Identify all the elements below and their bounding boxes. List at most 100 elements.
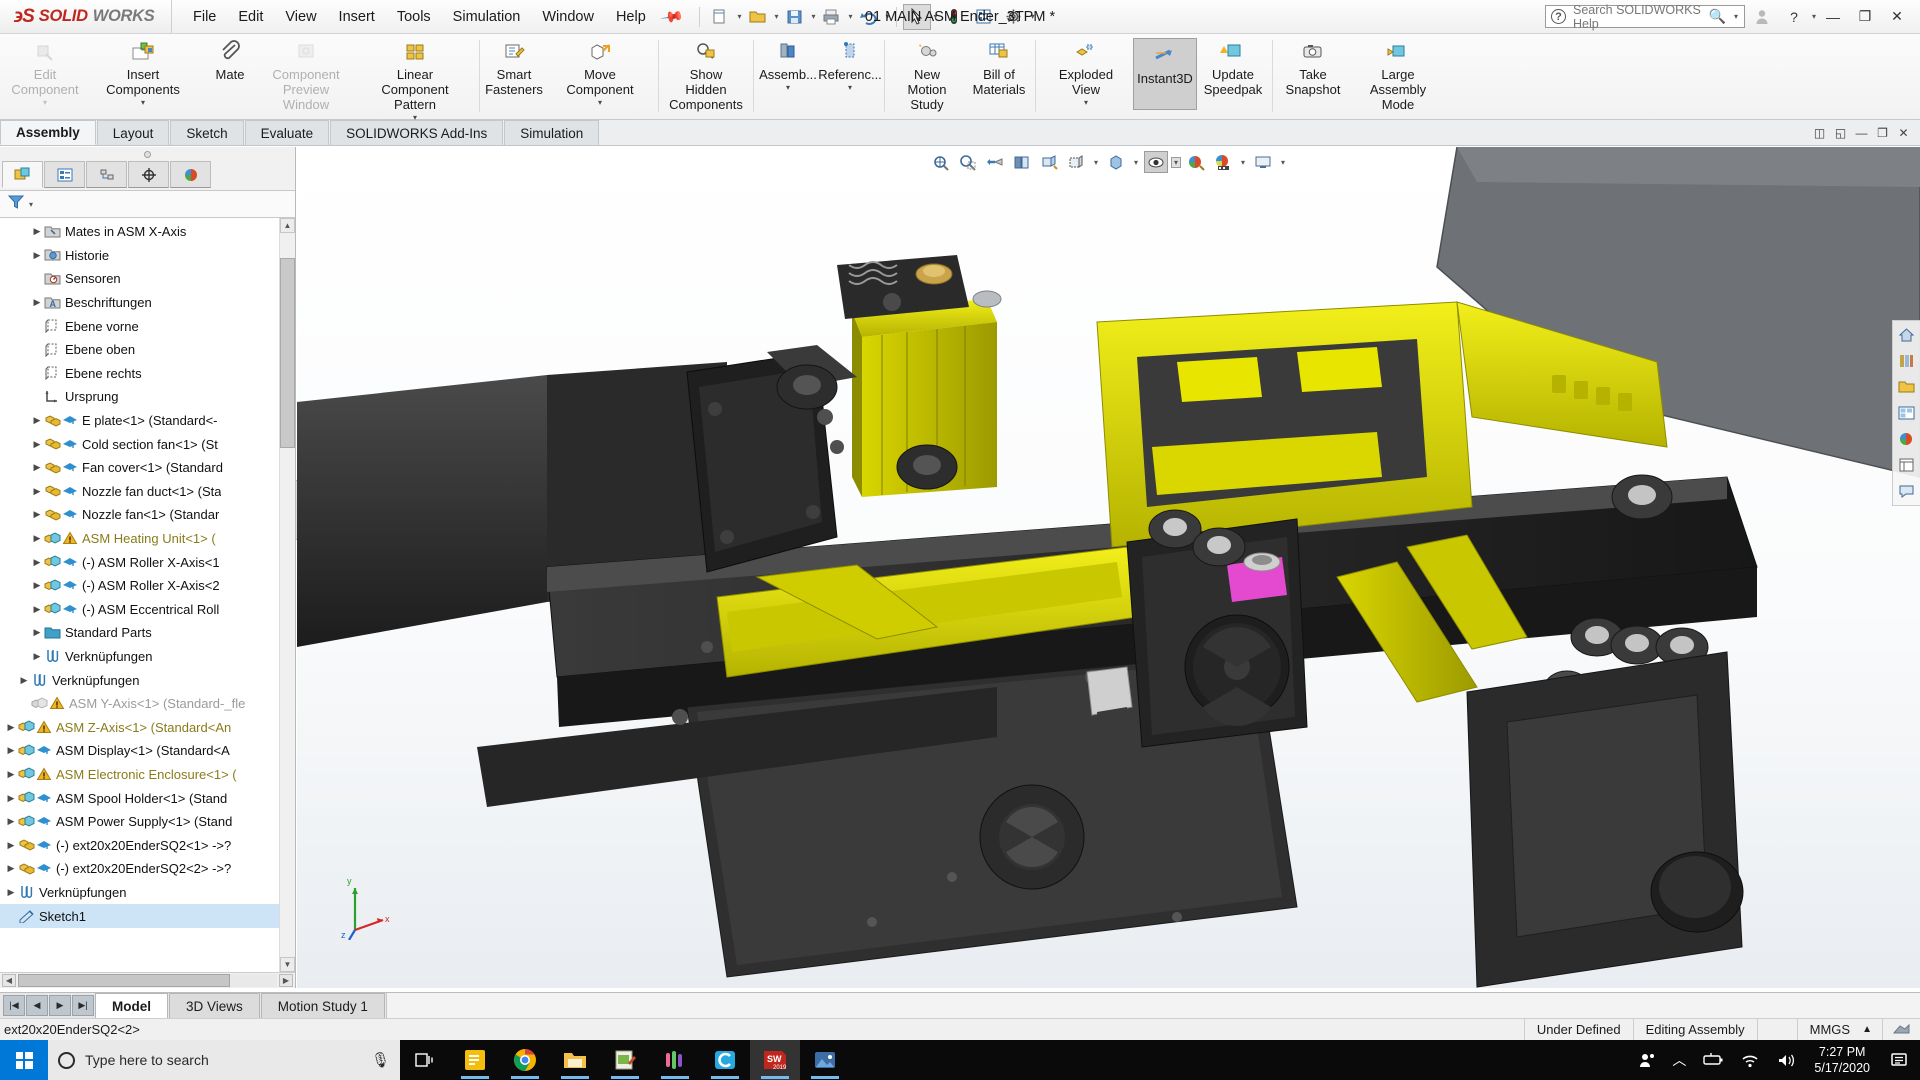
next-tab-arrow-icon[interactable]: ▶ <box>49 995 71 1016</box>
tree-item[interactable]: ▶ ASM Display<1> (Standard<A <box>0 739 295 763</box>
tree-scroll-thumb[interactable] <box>280 258 295 448</box>
menu-edit[interactable]: Edit <box>227 5 274 29</box>
design-library-icon[interactable] <box>1896 350 1918 372</box>
tree-item[interactable]: ▶ (-) ext20x20EnderSQ2<1> ->? <box>0 833 295 857</box>
property-manager-tab[interactable] <box>44 161 85 188</box>
help-button[interactable]: ? <box>1779 4 1809 30</box>
tree-item[interactable]: ▶ Verknüpfungen <box>0 881 295 905</box>
feature-manager-tab[interactable] <box>2 161 43 188</box>
tree-item[interactable]: ▶ (-) ext20x20EnderSQ2<2> ->? <box>0 857 295 881</box>
help-dropdown-caret-icon[interactable]: ▾ <box>1812 12 1816 21</box>
microphone-icon[interactable]: 🎙 <box>371 1051 390 1069</box>
edit-component-button[interactable]: Edit Component ▾ <box>6 34 84 110</box>
pushpin-icon[interactable]: 📌 <box>659 4 685 30</box>
photos-app-icon[interactable] <box>800 1040 850 1080</box>
zoom-to-area-icon[interactable] <box>956 151 980 173</box>
tree-item[interactable]: Ebene oben <box>0 338 295 362</box>
open-document-icon[interactable] <box>743 4 771 30</box>
tree-hscroll-track[interactable] <box>18 974 277 987</box>
show-hidden-icons-chevron[interactable]: ︿ <box>1664 1040 1694 1080</box>
prusa-slicer-icon[interactable] <box>650 1040 700 1080</box>
tree-item[interactable]: ▶ ASM Heating Unit<1> ( <box>0 527 295 551</box>
tab-motion-study-1[interactable]: Motion Study 1 <box>260 993 385 1018</box>
task-view-icon[interactable] <box>400 1040 450 1080</box>
section-view-icon[interactable] <box>1010 151 1034 173</box>
tree-item[interactable]: Ebene vorne <box>0 314 295 338</box>
reference-geometry-caret-icon[interactable]: ▾ <box>848 83 852 92</box>
component-preview-window-button[interactable]: Component Preview Window <box>258 34 354 115</box>
start-button[interactable] <box>0 1040 48 1080</box>
tree-item[interactable]: ▶ Standard Parts <box>0 621 295 645</box>
restore-window-icon[interactable]: ❐ <box>1874 124 1891 141</box>
move-component-button[interactable]: Move Component ▾ <box>545 34 655 110</box>
expand-arrow-icon[interactable]: ▶ <box>30 557 44 568</box>
expand-arrow-icon[interactable]: ▶ <box>30 533 44 544</box>
tab-assembly[interactable]: Assembly <box>0 120 96 145</box>
instant3d-button[interactable]: Instant3D <box>1133 38 1197 110</box>
rebuild-icon[interactable] <box>940 4 968 30</box>
tree-item[interactable]: ▶ Historie <box>0 244 295 268</box>
settings-gear-icon[interactable] <box>1000 4 1028 30</box>
display-manager-tab[interactable] <box>170 161 211 188</box>
status-units[interactable]: MMGS <box>1796 1018 1862 1041</box>
dimxpert-manager-tab[interactable] <box>128 161 169 188</box>
scroll-left-arrow-icon[interactable]: ◀ <box>2 974 16 987</box>
expand-arrow-icon[interactable]: ▶ <box>30 509 44 520</box>
apply-scene-icon[interactable] <box>1184 151 1208 173</box>
large-assembly-mode-button[interactable]: Large Assembly Mode <box>1350 34 1446 115</box>
tab-model[interactable]: Model <box>95 993 168 1018</box>
expand-arrow-icon[interactable]: ▶ <box>30 462 44 473</box>
tile-windows-icon[interactable]: ◫ <box>1811 124 1828 141</box>
options-list-icon[interactable] <box>970 4 998 30</box>
help-search-box[interactable]: ? Search SOLIDWORKS Help 🔍 ▾ <box>1544 3 1745 31</box>
expand-arrow-icon[interactable]: ▶ <box>30 580 44 591</box>
expand-arrow-icon[interactable]: ▶ <box>4 793 18 804</box>
taskbar-clock[interactable]: 7:27 PM 5/17/2020 <box>1804 1040 1880 1080</box>
hide-show-items-icon[interactable] <box>1104 151 1128 173</box>
bill-of-materials-button[interactable]: Bill of Materials <box>966 34 1032 100</box>
smart-fasteners-button[interactable]: Smart Fasteners <box>483 34 545 100</box>
google-chrome-icon[interactable] <box>500 1040 550 1080</box>
tree-hscroll-thumb[interactable] <box>18 974 231 987</box>
minimize-button[interactable]: — <box>1818 4 1848 30</box>
mate-button[interactable]: Mate <box>202 34 258 85</box>
new-document-icon[interactable] <box>706 4 734 30</box>
settings-caret-icon[interactable]: ▾ <box>1031 12 1035 21</box>
tree-item[interactable]: Sensoren <box>0 267 295 291</box>
menu-insert[interactable]: Insert <box>328 5 386 29</box>
minimize-document-icon[interactable]: — <box>1853 124 1870 141</box>
appearances-scenes-icon[interactable] <box>1896 428 1918 450</box>
view-settings-caret-icon[interactable]: ▾ <box>1171 156 1181 168</box>
scroll-up-arrow-icon[interactable]: ▲ <box>280 218 295 233</box>
print-caret-icon[interactable]: ▾ <box>849 12 853 21</box>
move-component-caret-icon[interactable]: ▾ <box>598 98 602 107</box>
expand-arrow-icon[interactable]: ▶ <box>4 722 18 733</box>
expand-arrow-icon[interactable]: ▶ <box>4 840 18 851</box>
view-palette-icon[interactable] <box>1896 402 1918 424</box>
edit-component-caret-icon[interactable]: ▾ <box>43 98 47 107</box>
expand-arrow-icon[interactable]: ▶ <box>30 226 44 237</box>
menu-simulation[interactable]: Simulation <box>442 5 532 29</box>
expand-arrow-icon[interactable]: ▶ <box>4 769 18 780</box>
new-document-caret-icon[interactable]: ▾ <box>737 12 741 21</box>
tab-3d-views[interactable]: 3D Views <box>169 993 260 1018</box>
tree-item[interactable]: Ursprung <box>0 385 295 409</box>
tree-item[interactable]: ▶ Nozzle fan<1> (Standar <box>0 503 295 527</box>
3d-model-view[interactable] <box>297 147 1920 988</box>
help-search-caret-icon[interactable]: ▾ <box>1734 12 1738 21</box>
expand-arrow-icon[interactable]: ▶ <box>30 297 44 308</box>
battery-icon[interactable] <box>1694 1040 1732 1080</box>
expand-arrow-icon[interactable]: ▶ <box>30 415 44 426</box>
insert-components-caret-icon[interactable]: ▾ <box>141 98 145 107</box>
tree-item[interactable]: ▶ (-) ASM Roller X-Axis<1 <box>0 550 295 574</box>
menu-tools[interactable]: Tools <box>386 5 442 29</box>
configuration-manager-tab[interactable] <box>86 161 127 188</box>
viewport-layout-caret-icon[interactable]: ▾ <box>1278 158 1288 167</box>
menu-view[interactable]: View <box>274 5 327 29</box>
display-style-caret-icon[interactable]: ▾ <box>1091 158 1101 167</box>
viewport-layout-icon[interactable] <box>1251 151 1275 173</box>
people-icon[interactable] <box>1630 1040 1664 1080</box>
tree-vertical-scrollbar[interactable]: ▲ ▼ <box>279 218 295 972</box>
scroll-right-arrow-icon[interactable]: ▶ <box>279 974 293 987</box>
undo-caret-icon[interactable]: ▾ <box>886 12 890 21</box>
